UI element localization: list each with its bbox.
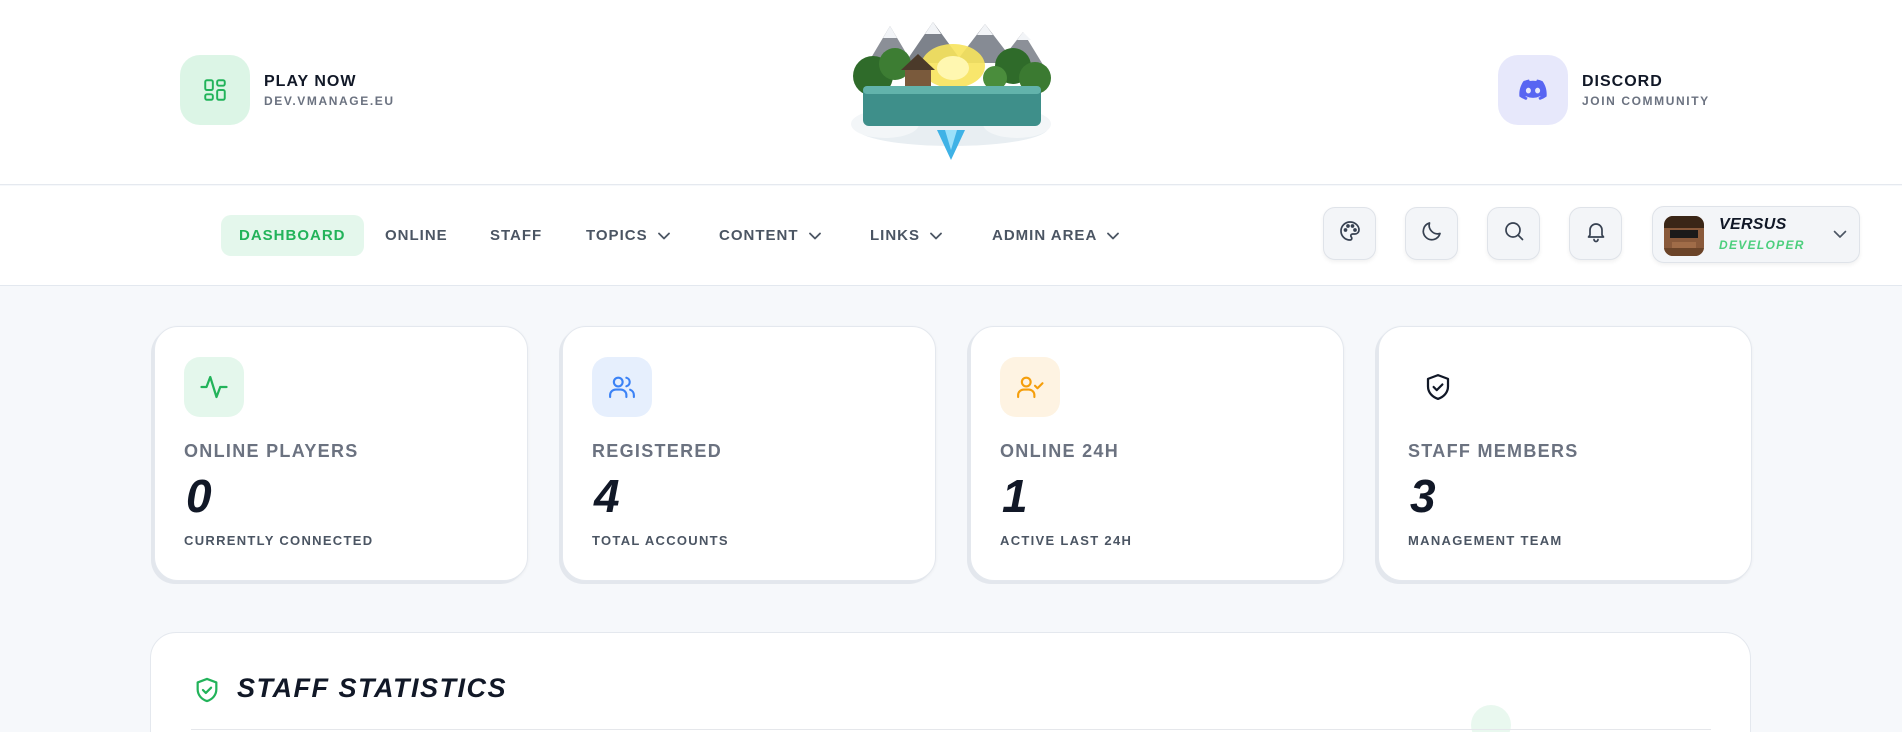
main-nav: DASHBOARD ONLINE STAFF TOPICS CONTENT LI… (0, 186, 1902, 286)
play-now-link[interactable]: PLAY NOW DEV.VMANAGE.EU (180, 55, 395, 125)
bell-icon (1584, 219, 1608, 248)
nav-admin-area-label: ADMIN AREA (992, 227, 1098, 244)
search-icon (1502, 219, 1526, 248)
top-header: PLAY NOW DEV.VMANAGE.EU DISCORD JOIN COM… (0, 0, 1902, 185)
nav-dashboard[interactable]: DASHBOARD (221, 215, 364, 256)
shield-check-icon (1408, 357, 1468, 417)
stat-card-registered: REGISTERED 4 TOTAL ACCOUNTS (562, 326, 936, 581)
stat-caption: ACTIVE LAST 24H (1000, 533, 1133, 548)
stat-caption: TOTAL ACCOUNTS (592, 533, 729, 548)
play-now-title: PLAY NOW (264, 72, 357, 90)
stat-label: REGISTERED (592, 441, 723, 461)
stat-caption: CURRENTLY CONNECTED (184, 533, 374, 548)
chevron-down-icon (1107, 232, 1120, 240)
nav-links-label: LINKS (870, 227, 920, 244)
nav-staff[interactable]: STAFF (472, 215, 560, 256)
divider (191, 729, 1711, 730)
notifications-button[interactable] (1569, 207, 1622, 260)
nav-staff-label: STAFF (490, 227, 543, 244)
stat-label: STAFF MEMBERS (1408, 441, 1579, 461)
shield-check-icon (193, 675, 221, 710)
dark-mode-button[interactable] (1405, 207, 1458, 260)
nav-admin-area[interactable]: ADMIN AREA (974, 215, 1137, 256)
chevron-down-icon (1833, 226, 1847, 244)
palette-icon (1338, 219, 1362, 248)
nav-topics-label: TOPICS (586, 227, 648, 244)
versus-logo[interactable] (845, 18, 1060, 160)
nav-dashboard-label: DASHBOARD (239, 227, 346, 244)
stat-label: ONLINE 24H (1000, 441, 1120, 461)
stat-card-online-players: ONLINE PLAYERS 0 CURRENTLY CONNECTED (154, 326, 528, 581)
discord-icon (1498, 55, 1568, 125)
users-icon (592, 357, 652, 417)
discord-subtitle: JOIN COMMUNITY (1582, 93, 1710, 108)
nav-online[interactable]: ONLINE (367, 215, 466, 256)
user-role: DEVELOPER (1719, 238, 1805, 252)
user-check-icon (1000, 357, 1060, 417)
stat-label: ONLINE PLAYERS (184, 441, 359, 461)
moon-icon (1420, 219, 1444, 248)
stat-caption: MANAGEMENT TEAM (1408, 533, 1563, 548)
nav-topics[interactable]: TOPICS (568, 215, 688, 256)
play-now-address: DEV.VMANAGE.EU (264, 93, 395, 108)
avatar (1664, 216, 1704, 256)
user-menu[interactable]: VERSUS DEVELOPER (1652, 206, 1860, 263)
discord-link[interactable]: DISCORD JOIN COMMUNITY (1498, 55, 1710, 125)
staff-statistics-panel: STAFF STATISTICS (150, 632, 1751, 732)
stat-value: 4 (594, 470, 620, 522)
nav-links[interactable]: LINKS (852, 215, 960, 256)
chevron-down-icon (657, 232, 670, 240)
user-name: VERSUS (1719, 216, 1787, 233)
stat-card-online-24h: ONLINE 24H 1 ACTIVE LAST 24H (970, 326, 1344, 581)
nav-content-label: CONTENT (719, 227, 799, 244)
decorative-circle (1471, 705, 1511, 732)
nav-content[interactable]: CONTENT (701, 215, 839, 256)
grid-icon (180, 55, 250, 125)
discord-title: DISCORD (1582, 72, 1663, 90)
stat-value: 0 (186, 470, 212, 522)
stat-value: 1 (1002, 470, 1028, 522)
stat-value: 3 (1410, 470, 1436, 522)
stat-card-staff-members: STAFF MEMBERS 3 MANAGEMENT TEAM (1378, 326, 1752, 581)
search-button[interactable] (1487, 207, 1540, 260)
chevron-down-icon (808, 232, 821, 240)
staff-statistics-title: STAFF STATISTICS (237, 673, 507, 703)
activity-icon (184, 357, 244, 417)
theme-palette-button[interactable] (1323, 207, 1376, 260)
nav-online-label: ONLINE (385, 227, 448, 244)
chevron-down-icon (930, 232, 942, 240)
